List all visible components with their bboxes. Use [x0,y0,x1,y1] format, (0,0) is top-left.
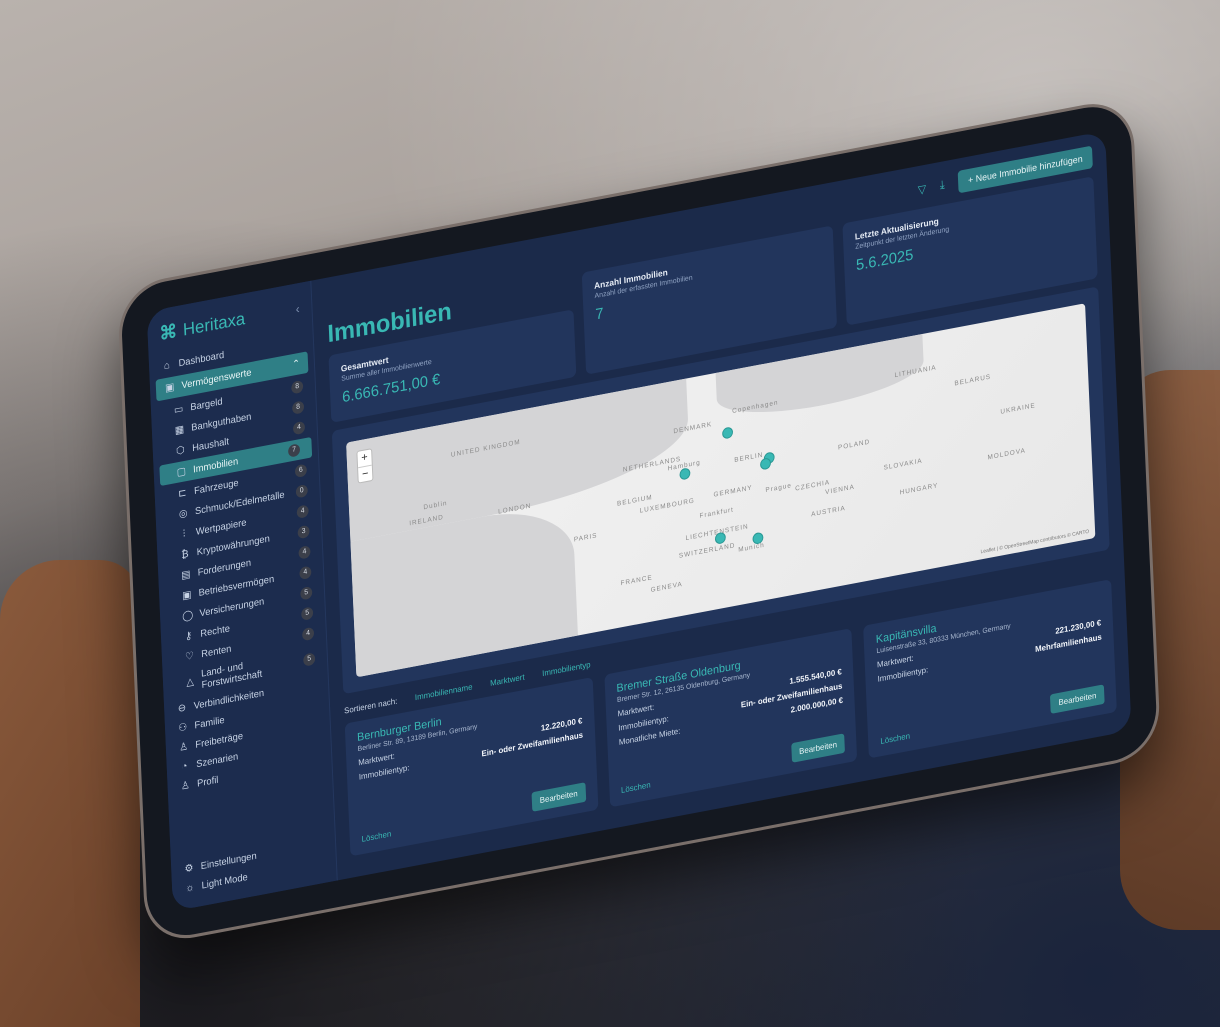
pie-icon: ◔ [181,760,188,774]
count-badge: 5 [303,652,316,667]
document-icon: ▤ [181,568,191,582]
count-badge: 5 [301,606,314,621]
wallet-icon: ▣ [164,381,175,395]
map-place-label: SLOVAKIA [883,456,923,472]
brand-name: Heritaxa [182,308,246,340]
count-badge: 4 [299,565,312,581]
chevron-up-icon: ⌃ [292,357,301,371]
app-screen: ⌘ Heritaxa ‹ ⌂ Dashboard ▣ Vermögenswert… [146,130,1132,912]
map-marker[interactable] [760,457,772,471]
download-icon[interactable]: ⤓ [940,178,945,192]
tablet-bezel: ⌘ Heritaxa ‹ ⌂ Dashboard ▣ Vermögenswert… [120,99,1159,943]
map-place-label: FRANCE [620,574,653,588]
sidebar-item-label: Light Mode [201,871,248,892]
sidebar-item-label: Familie [194,714,225,732]
delete-link[interactable]: Löschen [361,829,391,844]
map-place-label: POLAND [837,438,871,452]
property-actions: Löschen Bearbeiten [620,733,846,795]
map-place-label: Munich [738,541,765,554]
sort-option-name[interactable]: Immobilienname [415,682,473,702]
detail-key: Marktwert: [617,702,655,719]
minus-circle-icon: ⊖ [177,702,187,716]
map-place-label: AUSTRIA [811,504,846,519]
map-place-label: MOLDOVA [987,446,1026,462]
map-marker[interactable] [721,426,734,440]
building-icon: ▢ [176,465,187,479]
property-actions: Löschen Bearbeiten [361,782,586,844]
filter-icon[interactable]: ▽ [918,182,927,197]
sidebar-item-label: Haushalt [191,435,230,454]
sidebar: ⌘ Heritaxa ‹ ⌂ Dashboard ▣ Vermögenswert… [146,280,338,912]
edit-button[interactable]: Bearbeiten [790,733,846,763]
bank-icon: ▦ [174,423,185,437]
tablet-device: ⌘ Heritaxa ‹ ⌂ Dashboard ▣ Vermögenswert… [50,30,1200,970]
sort-label: Sortieren nach: [343,696,398,716]
gear-icon: ⚙ [184,862,194,876]
map-place-label: GENEVA [650,580,683,594]
edit-button[interactable]: Bearbeiten [1050,684,1105,714]
count-badge: 8 [291,400,305,415]
jewelry-icon: ◎ [178,507,188,521]
sort-option-value[interactable]: Marktwert [490,672,525,688]
map-place-label: GERMANY [713,484,753,499]
detail-key: Marktwert: [358,751,396,768]
count-badge: 8 [291,379,304,395]
sidebar-footer: ⚙ Einstellungen ☼ Light Mode [171,832,336,902]
key-icon: ⚷ [184,629,193,643]
home-icon: ⌂ [163,359,171,373]
map-marker[interactable] [678,467,691,482]
edit-button[interactable]: Bearbeiten [531,782,586,812]
count-badge: 5 [300,585,313,601]
map-place-label: SWITZERLAND [678,541,736,560]
property-actions: Löschen Bearbeiten [880,684,1105,746]
bitcoin-icon: ₿ [181,548,189,561]
map-place-label: Frankfurt [699,506,735,521]
people-icon: ⚇ [178,721,188,735]
map-place-label: PARIS [573,532,598,545]
user-icon: ♙ [180,779,191,793]
count-badge: 3 [297,524,310,540]
count-badge: 4 [298,545,311,560]
main-content: ▽ ⤓ + Neue Immobilie hinzufügen Immobili… [311,131,1131,881]
sidebar-item-label: Rechte [200,622,231,640]
award-icon: ♙ [179,741,189,754]
count-badge: 4 [301,626,315,642]
heart-icon: ♡ [184,649,195,663]
map-place-label: BELARUS [954,373,992,388]
map-attribution[interactable]: Leaflet | © OpenStreetMap contributors ©… [980,529,1089,556]
cash-icon: ▭ [173,403,184,417]
mountain-icon: △ [186,675,195,689]
map-place-label: UKRAINE [1000,402,1036,417]
delete-link[interactable]: Löschen [880,731,910,746]
car-icon: ⊏ [177,486,187,500]
logo-icon: ⌘ [159,320,178,345]
delete-link[interactable]: Löschen [621,780,651,795]
count-badge: 4 [296,504,309,519]
map-place-label: BERLIN [734,451,764,465]
count-badge: 7 [287,443,301,458]
sun-icon: ☼ [185,881,195,895]
sidebar-item-label: Bargeld [190,395,223,413]
map-place-label: Prague [765,481,793,494]
sidebar-item-label: Immobilien [192,455,239,476]
detail-key: Marktwert: [876,653,914,670]
box-icon: ⬡ [175,443,185,457]
briefcase-icon: ▣ [181,588,192,602]
shield-icon: ◯ [181,608,194,623]
bar-chart-icon: ⫶ [182,528,186,540]
asset-list: ▭ Bargeld 8 ▦ Bankguthaben 8 ⬡ Haushalt 4 ▢ Immobi… [151,374,328,703]
zoom-controls: + − [356,448,374,484]
map-place-label: HUNGARY [899,482,939,497]
sidebar-item-label: Dashboard [178,349,225,370]
count-badge: 6 [294,463,308,479]
chevron-left-icon[interactable]: ‹ [295,301,300,316]
count-badge: 0 [295,483,308,499]
sort-option-type[interactable]: Immobilientyp [542,660,591,678]
sidebar-item-label: Profil [196,774,219,790]
sidebar-item-label: Renten [201,642,232,660]
count-badge: 4 [292,420,306,436]
zoom-out-button[interactable]: − [358,464,373,483]
